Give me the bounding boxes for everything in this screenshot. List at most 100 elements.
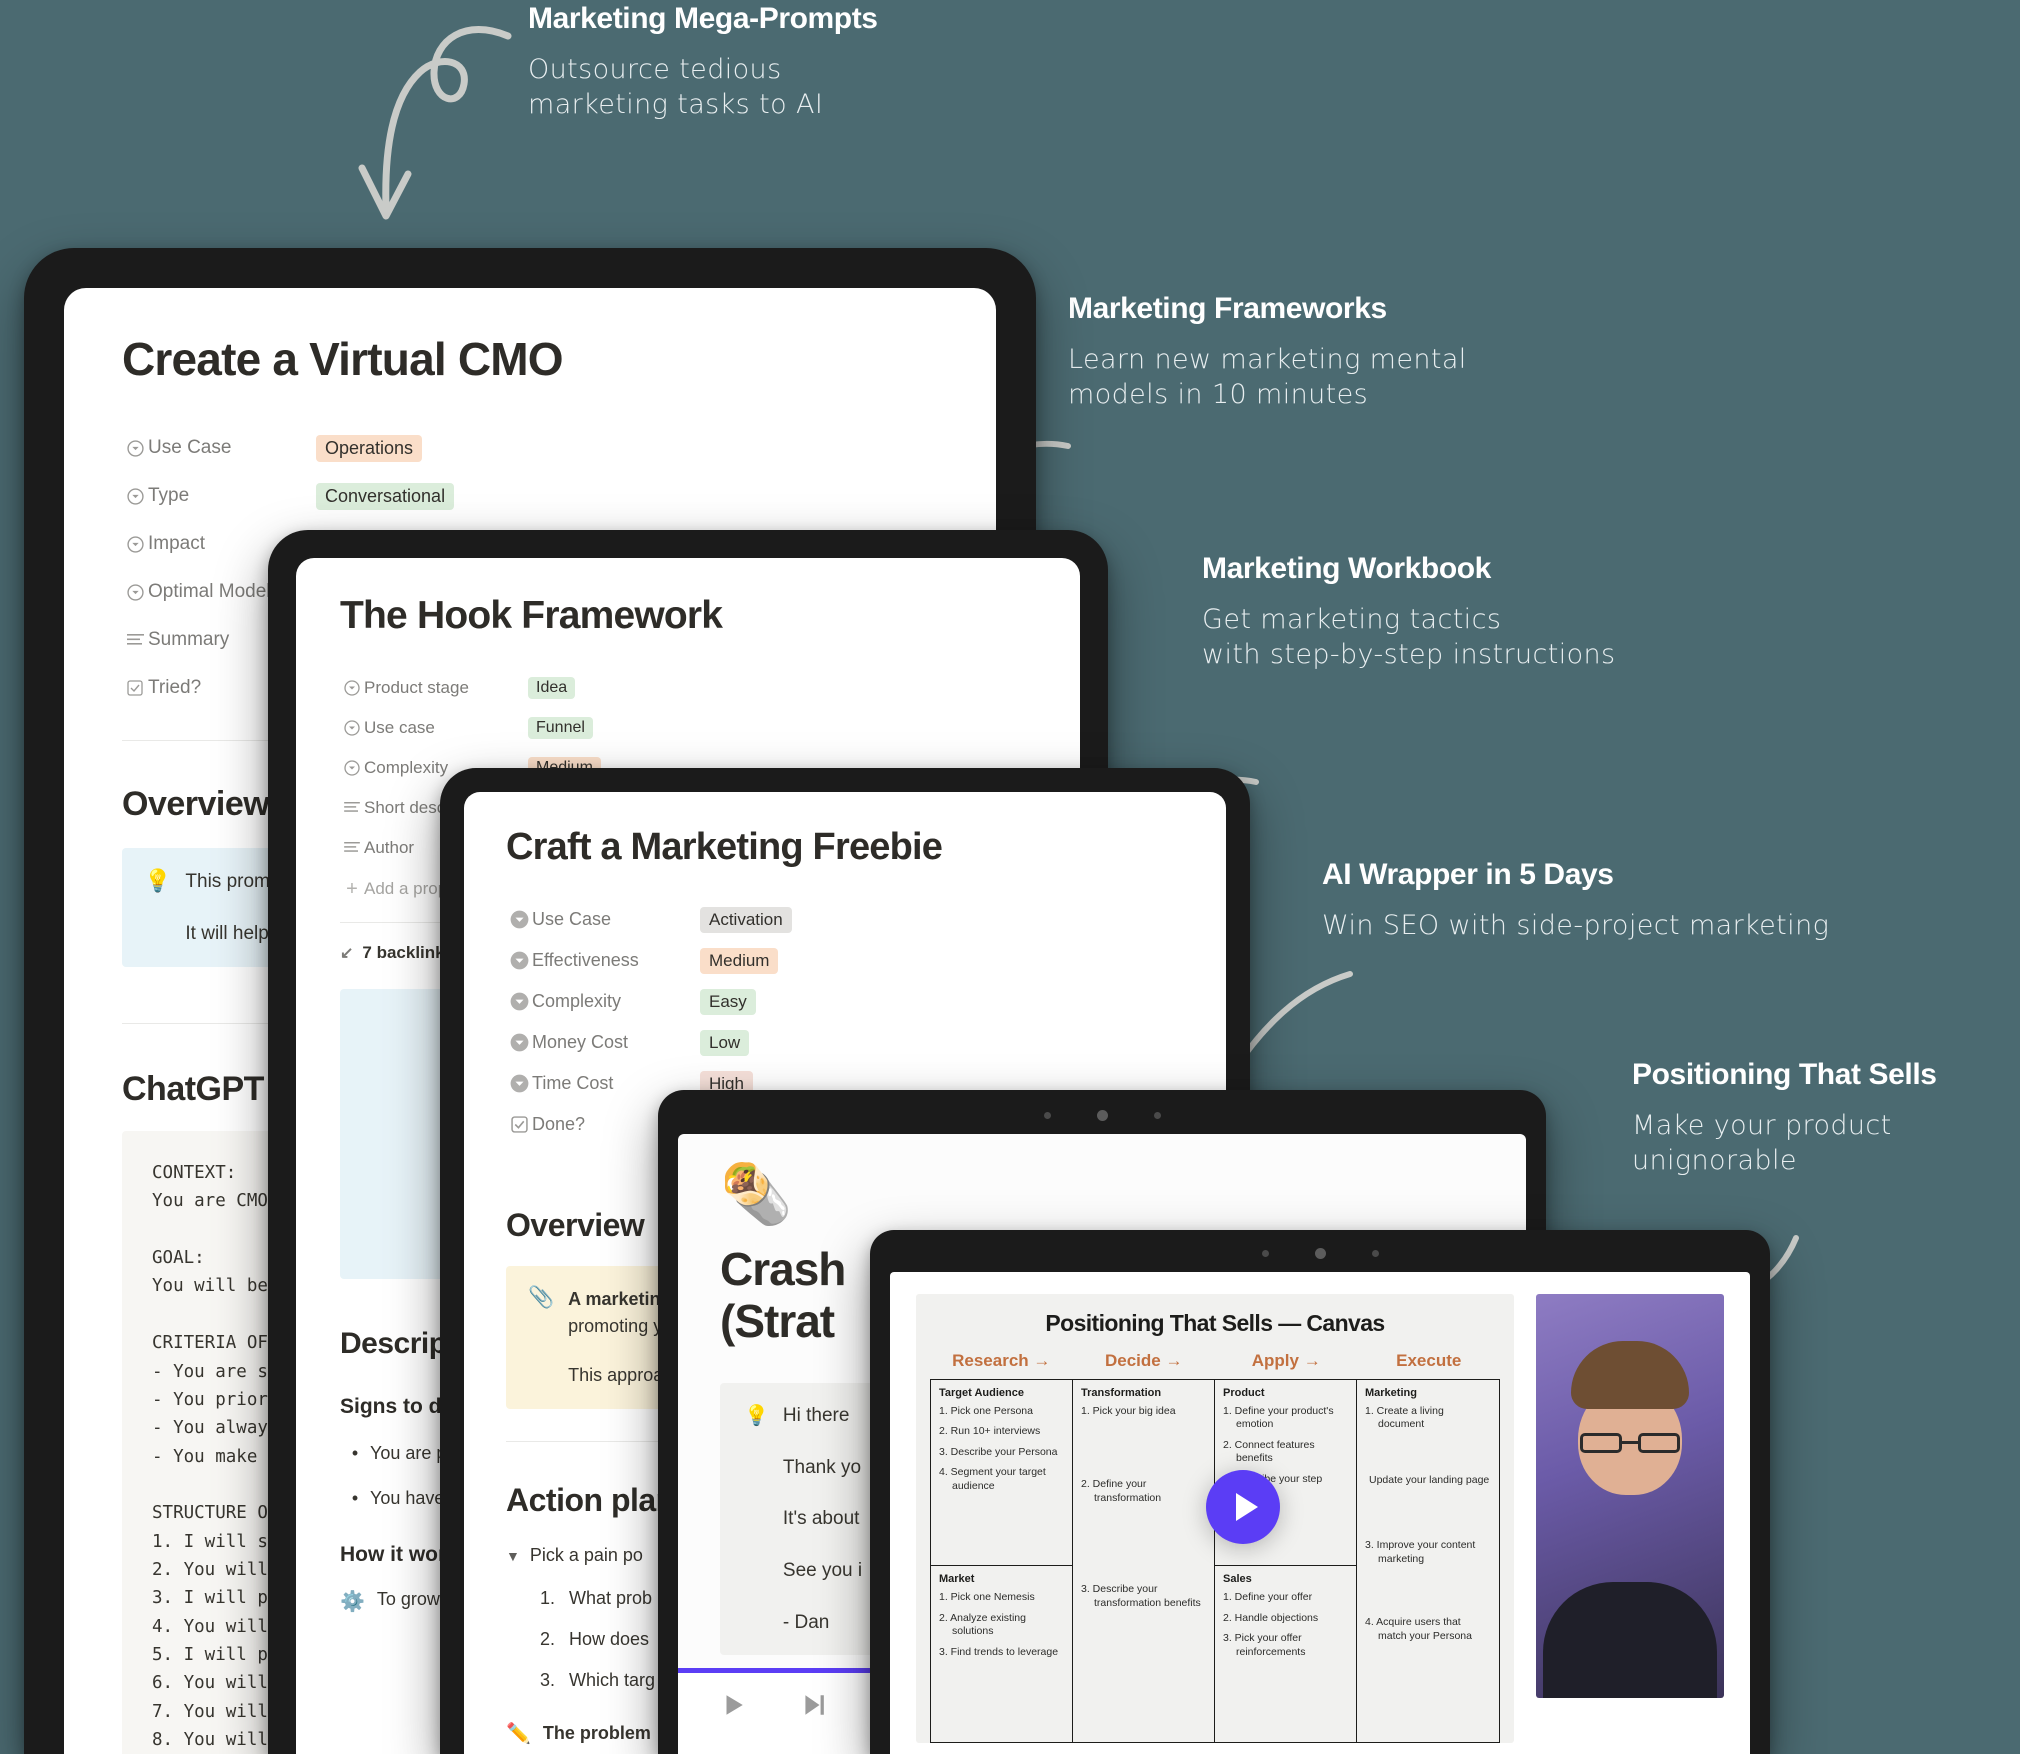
property-row-use-case[interactable]: Use Case Activation — [506, 899, 1184, 940]
select-icon — [122, 439, 148, 457]
select-icon — [506, 910, 532, 929]
annotation-title: Marketing Frameworks — [1068, 292, 1387, 325]
property-row-product-stage[interactable]: Product stage Idea — [340, 668, 1036, 708]
canvas-item: 1. Pick one Nemesis — [939, 1591, 1035, 1604]
property-label: Money Cost — [532, 1032, 629, 1052]
play-icon — [1235, 1493, 1258, 1521]
canvas-item: 4. Segment your target audience — [939, 1466, 1046, 1492]
canvas-item: 3. Pick your offer reinforcements — [1223, 1632, 1306, 1658]
annotation-subtitle: Outsource tedious marketing tasks to AI — [528, 54, 824, 120]
select-icon — [506, 951, 532, 970]
canvas-item: 1. Pick one Persona — [939, 1405, 1033, 1417]
bullet-icon: • — [351, 1488, 359, 1508]
action-toggle-label: Pick a pain po — [529, 1545, 643, 1565]
annotation-workbook: Marketing Workbook Get marketing tactics… — [1202, 552, 1616, 672]
backlink-arrow-icon: ↙ — [340, 945, 354, 962]
canvas-box-heading: Sales — [1223, 1573, 1252, 1586]
property-value-tag: Operations — [316, 434, 423, 462]
canvas-item: 1. Pick your big idea — [1081, 1405, 1176, 1417]
overview-line-1: This prom — [185, 871, 270, 892]
canvas-box-heading: Market — [939, 1573, 975, 1586]
canvas-box-sales: Sales 1. Define your offer 2. Handle obj… — [1215, 1566, 1356, 1742]
property-row-complexity[interactable]: Complexity Easy — [506, 981, 1184, 1022]
property-value-tag: Funnel — [528, 717, 593, 739]
list-number: 3. — [540, 1670, 556, 1690]
checkbox-icon — [122, 680, 148, 696]
select-icon — [122, 583, 148, 601]
canvas-item: 1. Define your offer — [1223, 1591, 1313, 1604]
canvas-item: 2. Handle objections — [1223, 1611, 1319, 1624]
canvas-item: 1. Define your product's emotion — [1223, 1405, 1334, 1431]
canvas-item: 3. Find trends to leverage — [939, 1645, 1059, 1658]
sensor-dot-icon — [1371, 1250, 1379, 1257]
burrito-icon: 🌯 — [720, 1162, 793, 1227]
annotation-title: Positioning That Sells — [1632, 1058, 1937, 1091]
problem-label: The problem — [542, 1723, 651, 1743]
paperclip-icon: 📎 — [528, 1286, 555, 1309]
message-line-5: - Dan — [782, 1611, 830, 1633]
property-label: Type — [148, 485, 190, 506]
canvas-column-decide: Transformation 1. Pick your big idea 2. … — [1073, 1380, 1215, 1742]
promo-collage: Marketing Mega-Prompts Outsource tedious… — [0, 0, 2020, 1754]
plus-icon: + — [346, 877, 358, 900]
play-icon[interactable] — [720, 1692, 746, 1723]
play-button[interactable] — [1206, 1470, 1280, 1544]
gear-icon: ⚙️ — [340, 1591, 365, 1613]
annotation-mega-prompts: Marketing Mega-Prompts Outsource tedious… — [528, 2, 878, 122]
canvas-box-heading: Marketing — [1365, 1387, 1417, 1399]
canvas-grid: Target Audience 1. Pick one Persona 2. R… — [930, 1379, 1500, 1743]
select-icon — [340, 720, 364, 736]
list-number: 1. — [540, 1588, 556, 1608]
property-label: Use Case — [148, 437, 232, 458]
property-value-tag: Easy — [700, 988, 756, 1015]
camera-lens-icon — [1314, 1248, 1326, 1259]
property-label: Use case — [364, 718, 435, 737]
canvas-item: 2. Connect features benefits — [1223, 1438, 1315, 1465]
canvas-step-decide: Decide → — [1105, 1351, 1183, 1370]
text-icon — [340, 842, 364, 854]
canvas-box-transformation: Transformation 1. Pick your big idea 2. … — [1073, 1380, 1214, 1742]
property-row-money-cost[interactable]: Money Cost Low — [506, 1022, 1184, 1063]
select-icon — [506, 1074, 532, 1093]
property-label: Effectiveness — [532, 950, 639, 970]
message-line-4: See you i — [782, 1559, 863, 1581]
annotation-subtitle: Make your product unignorable — [1632, 1110, 1892, 1176]
annotation-ai-wrapper: AI Wrapper in 5 Days Win SEO with side-p… — [1322, 858, 1829, 944]
select-icon — [506, 992, 532, 1011]
message-line-1: Hi there — [782, 1405, 850, 1427]
canvas-item: 2. Run 10+ interviews — [939, 1425, 1041, 1438]
message-line-2: Thank yo — [782, 1456, 862, 1478]
property-row-use-case[interactable]: Use case Funnel — [340, 708, 1036, 748]
list-number: 2. — [540, 1629, 556, 1649]
pencil-icon: ✏️ — [506, 1723, 531, 1745]
property-row-use-case[interactable]: Use Case Operations — [122, 424, 938, 472]
property-label: Product stage — [364, 678, 469, 697]
arrow-to-mega-prompts — [358, 26, 512, 220]
lightbulb-icon: 💡 — [144, 868, 172, 893]
property-label: Use Case — [532, 909, 612, 929]
canvas-item: 4. Acquire users that match your Persona — [1365, 1616, 1472, 1642]
select-icon — [340, 760, 364, 776]
canvas-step-research: Research → — [952, 1351, 1051, 1370]
select-icon — [340, 680, 364, 696]
annotation-title: AI Wrapper in 5 Days — [1322, 858, 1614, 891]
camera-dot-icon — [1261, 1250, 1269, 1257]
skip-next-icon[interactable] — [800, 1692, 826, 1723]
canvas-item: 2. Analyze existing solutions — [939, 1611, 1026, 1638]
property-row-type[interactable]: Type Conversational — [122, 472, 938, 520]
device-frame-laptop-canvas: Positioning That Sells — Canvas Research… — [870, 1230, 1770, 1754]
canvas-column-apply: Product 1. Define your product's emotion… — [1215, 1380, 1357, 1742]
screen-laptop-canvas: Positioning That Sells — Canvas Research… — [890, 1272, 1750, 1754]
checkbox-icon — [506, 1116, 532, 1133]
property-row-effectiveness[interactable]: Effectiveness Medium — [506, 940, 1184, 981]
annotation-subtitle: Get marketing tactics with step-by-step … — [1202, 604, 1616, 670]
canvas-item: 3. Describe your transformation benefits — [1081, 1583, 1201, 1609]
canvas-step-execute: Execute — [1396, 1351, 1462, 1370]
code-text: CONTEXT: You are CMO GOAL: You will be C… — [152, 1163, 268, 1750]
sensor-dot-icon — [1153, 1112, 1161, 1119]
canvas-column-research: Target Audience 1. Pick one Persona 2. R… — [931, 1380, 1073, 1742]
canvas-item: 2. Define your transformation — [1081, 1478, 1162, 1504]
canvas-box-heading: Product — [1223, 1387, 1265, 1399]
canvas-box-heading: Target Audience — [939, 1387, 1024, 1399]
annotation-positioning: Positioning That Sells Make your product… — [1632, 1058, 1937, 1178]
